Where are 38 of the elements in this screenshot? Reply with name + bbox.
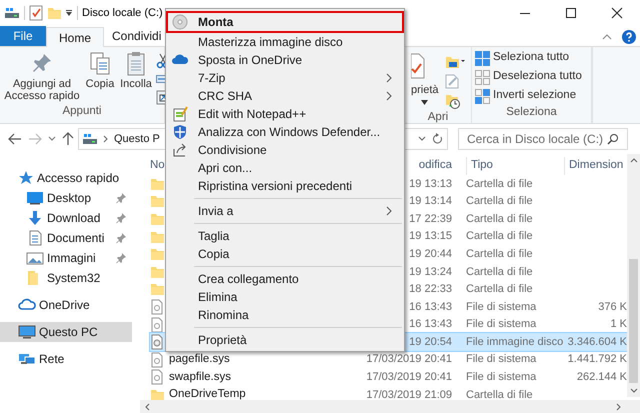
type-cell-text: Cartella di file <box>466 388 534 403</box>
type-cell-text: Cartella di file <box>466 282 534 298</box>
type-cell-text: Cartella di file <box>466 212 534 227</box>
type-cell-text: Cartella di file <box>466 194 534 210</box>
date-cell-text: 19 20:54 <box>409 334 452 350</box>
date-cell-text: 16 13:43 <box>409 300 452 315</box>
group-label: Apri <box>426 110 450 125</box>
group-label: Appunti <box>61 104 102 119</box>
size-cell-text: 3.346.604 K <box>566 334 627 350</box>
group-label: Seleziona <box>505 105 558 120</box>
file-name: swapfile.sys <box>168 370 232 385</box>
type-cell-text: Cartella di file <box>466 176 534 192</box>
file-name: OneDriveTemp <box>168 387 247 402</box>
type-cell-text: File di sistema <box>466 370 538 386</box>
date-cell-text: 19 13:14 <box>409 194 452 210</box>
date-cell-text: 17/03/2019 20:41 <box>366 370 452 386</box>
date-cell-text: 16 13:43 <box>409 317 452 332</box>
date-cell-text: 17 22:39 <box>409 212 452 227</box>
size-cell-text: 262.144 K <box>576 370 627 386</box>
size-cell-text: 1 K <box>609 317 627 332</box>
type-cell-text: File di sistema <box>466 352 538 368</box>
size-cell-text: 376 K <box>597 300 627 315</box>
type-cell-text: File di sistema <box>466 317 538 332</box>
size-cell-text: 1.441.792 K <box>566 352 627 368</box>
type-cell-text: File di sistema <box>466 300 538 315</box>
date-cell-text: 19 20:44 <box>409 246 452 262</box>
date-cell-text: 17/03/2019 21:09 <box>366 388 452 403</box>
type-cell-text: Cartella di file <box>466 229 534 244</box>
date-cell-text: 19 13:13 <box>409 176 452 192</box>
type-cell-text: Cartella di file <box>466 246 534 262</box>
window-title: Disco locale (C:) <box>82 6 163 21</box>
date-cell-text: 19 13:15 <box>409 229 452 244</box>
date-cell-text: 17/03/2019 20:41 <box>366 352 452 368</box>
date-cell-text: 18 22:33 <box>409 282 452 298</box>
type-cell-text: Cartella di file <box>466 264 534 280</box>
type-cell-text: File immagine disco <box>466 334 564 350</box>
date-cell-text: 19 13:24 <box>409 264 452 280</box>
file-name: pagefile.sys <box>168 352 231 368</box>
